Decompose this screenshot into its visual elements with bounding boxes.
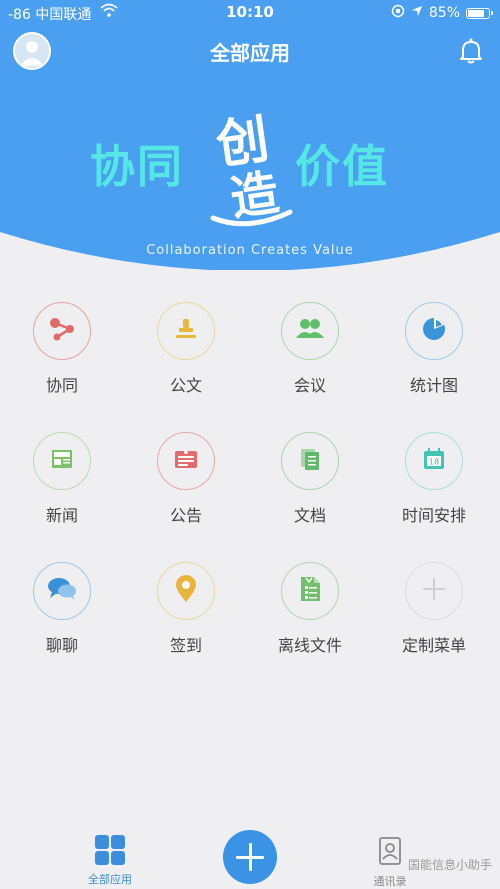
app-icon-circle [33, 562, 91, 620]
app-label: 定制菜单 [401, 636, 466, 655]
app-item-document-official[interactable]: 公文 [126, 300, 250, 410]
app-label: 公文 [169, 376, 202, 395]
app-icon-circle [157, 562, 215, 620]
slogan-banner: 协同 创 造 价值 [0, 100, 500, 230]
slogan-calligraphy: 创 造 [208, 100, 293, 230]
app-icon-circle [33, 432, 91, 490]
slogan-text-right: 价值 [295, 140, 390, 193]
contacts-icon [375, 836, 405, 866]
app-item-documents[interactable]: 文档 [250, 430, 374, 540]
add-button[interactable] [223, 830, 277, 884]
app-label: 新闻 [45, 506, 78, 525]
app-icon-circle [281, 562, 339, 620]
share-icon [48, 315, 76, 347]
app-item-statistics[interactable]: 统计图 [374, 300, 498, 410]
app-item-schedule[interactable]: 18 时间安排 [374, 430, 498, 540]
add-icon [420, 575, 448, 607]
app-icon-circle [157, 432, 215, 490]
app-label: 离线文件 [277, 636, 342, 655]
app-icon-circle [405, 302, 463, 360]
battery-icon [466, 7, 493, 19]
app-icon-circle [33, 302, 91, 360]
rotation-lock-icon [391, 4, 405, 22]
slogan-subtitle: Collaboration Creates Value [146, 243, 354, 258]
app-item-news[interactable]: 新闻 [2, 430, 126, 540]
people-icon [295, 316, 325, 346]
chat-bubbles-icon [47, 576, 77, 606]
app-item-chat[interactable]: 聊聊 [2, 560, 126, 670]
app-label: 时间安排 [401, 506, 466, 525]
app-label: 统计图 [409, 376, 458, 395]
announcement-icon [172, 445, 200, 477]
tab-all-apps[interactable]: 全部应用 [70, 834, 150, 887]
app-label: 会议 [293, 376, 326, 395]
calendar-icon: 18 [420, 445, 448, 477]
status-right: 85% [391, 4, 493, 22]
pie-chart-icon [420, 315, 448, 347]
tab-label: 全部应用 [88, 873, 132, 886]
tab-label: 通讯录 [373, 875, 407, 888]
battery-percent: 85% [428, 5, 460, 21]
nav-bar: 全部应用 [0, 28, 500, 74]
app-item-meeting[interactable]: 会议 [250, 300, 374, 410]
app-item-announcement[interactable]: 公告 [126, 430, 250, 540]
app-icon-circle: 18 [405, 432, 463, 490]
bell-icon[interactable] [456, 36, 486, 66]
app-icon-circle [281, 432, 339, 490]
app-label: 聊聊 [45, 636, 78, 655]
app-icon-circle [157, 302, 215, 360]
app-item-checkin[interactable]: 签到 [126, 560, 250, 670]
svg-text:18: 18 [429, 458, 439, 467]
location-arrow-icon [411, 5, 423, 21]
app-item-custom-menu[interactable]: 定制菜单 [374, 560, 498, 670]
app-icon-circle [405, 562, 463, 620]
document-icon [296, 445, 324, 477]
app-icon-circle [281, 302, 339, 360]
bottom-tab-bar: 全部应用 通讯录 [0, 820, 500, 888]
newspaper-icon [48, 445, 76, 477]
app-label: 协同 [45, 376, 78, 395]
offline-file-icon [297, 574, 323, 608]
header-banner: -86 中国联通 10:10 85% 全部应用 协同 创 造 价值 Collab… [0, 0, 500, 270]
slogan-text-left: 协同 [90, 140, 185, 193]
calligraphy-char-2: 造 [227, 164, 283, 228]
stamp-icon [172, 315, 200, 347]
app-item-offline-files[interactable]: 离线文件 [250, 560, 374, 670]
app-item-collaboration[interactable]: 协同 [2, 300, 126, 410]
status-bar: -86 中国联通 10:10 85% [0, 0, 500, 26]
app-label: 文档 [293, 506, 326, 525]
page-title: 全部应用 [210, 41, 290, 65]
app-label: 公告 [169, 506, 202, 525]
watermark-label: 国能信息小助手 [407, 858, 492, 872]
location-pin-icon [174, 574, 198, 608]
grid-icon [94, 834, 126, 866]
app-label: 签到 [169, 636, 202, 655]
